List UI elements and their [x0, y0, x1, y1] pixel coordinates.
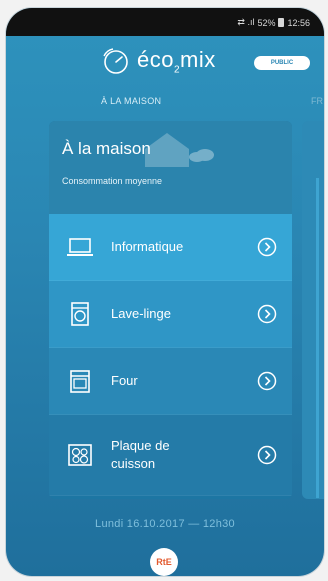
phone-screen: ⇄ .ıl 52% 12:56 éco2mix PUBLIC À LA MAIS… — [6, 8, 324, 576]
next-card-accent — [316, 178, 319, 498]
signal-indicator: ⇄ .ıl — [237, 17, 255, 27]
clock-logo-icon — [103, 48, 128, 74]
rte-button[interactable]: RtE — [150, 548, 178, 576]
item-label-plaque-de-cuisson: Plaque de cuisson — [111, 437, 170, 473]
item-label-line1: Plaque de — [111, 438, 170, 453]
laptop-icon — [67, 238, 93, 256]
app-name: éco2mix — [137, 47, 216, 75]
list-item-plaque-de-cuisson[interactable]: Plaque de cuisson — [49, 415, 292, 496]
card-title: À la maison — [62, 139, 151, 158]
cloud-icon — [189, 149, 214, 162]
logo-prefix: éco — [137, 46, 174, 72]
item-label-four: Four — [111, 373, 138, 388]
public-badge[interactable]: PUBLIC — [254, 56, 310, 70]
chevron-right-icon[interactable] — [257, 445, 277, 465]
card-subtitle: Consommation moyenne — [62, 176, 163, 186]
status-indicators: ⇄ .ıl 52% 12:56 — [237, 17, 310, 28]
chevron-right-icon[interactable] — [257, 237, 277, 257]
app-logo: éco2mix — [101, 46, 216, 76]
washing-machine-icon — [71, 302, 89, 326]
cooktop-icon — [68, 444, 92, 466]
status-time: 12:56 — [287, 17, 310, 28]
tab-next[interactable]: FR — [311, 96, 323, 106]
list-item-lave-linge[interactable]: Lave-linge — [49, 281, 292, 348]
list-item-four[interactable]: Four — [49, 348, 292, 415]
list-item-informatique[interactable]: Informatique — [49, 214, 292, 281]
status-bar: ⇄ .ıl 52% 12:56 — [6, 8, 324, 36]
oven-icon — [70, 370, 90, 393]
tab-a-la-maison[interactable]: À LA MAISON — [101, 96, 161, 106]
logo-suffix: mix — [180, 46, 216, 72]
item-label-informatique: Informatique — [111, 239, 184, 254]
card-header: À la maison Consommation moyenne — [49, 121, 292, 214]
item-label-lave-linge: Lave-linge — [111, 306, 171, 321]
home-card: À la maison Consommation moyenne Informa… — [49, 121, 292, 499]
chevron-right-icon[interactable] — [257, 371, 277, 391]
item-label-line2: cuisson — [111, 456, 156, 471]
battery-percent: 52% — [257, 17, 276, 28]
data-timestamp: Lundi 16.10.2017 — 12h30 — [95, 518, 235, 530]
app-header: éco2mix PUBLIC À LA MAISON FR — [6, 36, 324, 114]
chevron-right-icon[interactable] — [257, 304, 277, 324]
next-card-peek[interactable] — [302, 121, 324, 499]
battery-icon — [278, 18, 285, 27]
